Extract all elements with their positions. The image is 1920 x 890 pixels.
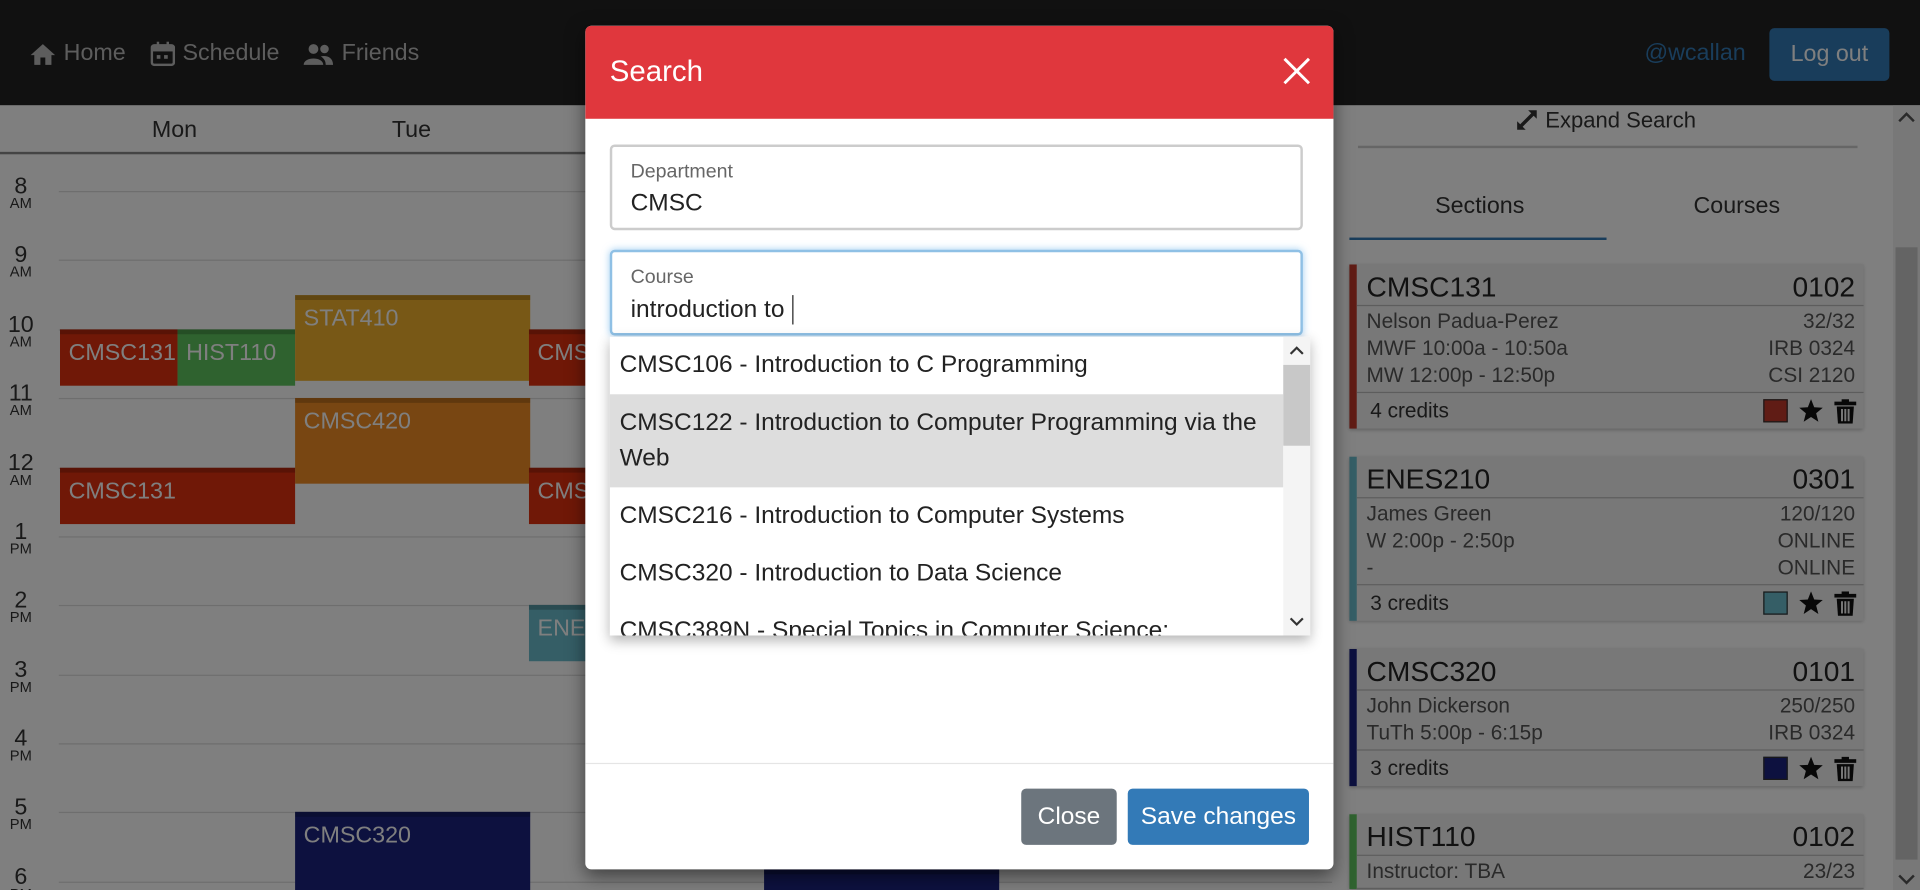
autocomplete-option[interactable]: CMSC320 - Introduction to Data Science	[610, 545, 1283, 603]
department-field[interactable]: Department CMSC	[609, 144, 1303, 231]
save-changes-button[interactable]: Save changes	[1127, 788, 1309, 845]
department-label: Department	[630, 161, 733, 183]
text-cursor	[791, 295, 794, 325]
department-input[interactable]: CMSC	[631, 190, 703, 218]
modal-footer-divider	[585, 762, 1334, 765]
course-input[interactable]: introduction to	[631, 296, 785, 324]
close-icon[interactable]	[1281, 55, 1313, 87]
course-autocomplete-dropdown: CMSC106 - Introduction to C Programming …	[609, 336, 1311, 636]
autocomplete-option[interactable]: CMSC389N - Special Topics in Computer Sc…	[610, 602, 1283, 635]
dropdown-scroll-down-icon[interactable]	[1287, 611, 1307, 631]
dropdown-scrollbar-thumb[interactable]	[1283, 364, 1311, 446]
modal-title: Search	[609, 55, 703, 89]
autocomplete-option[interactable]: CMSC216 - Introduction to Computer Syste…	[610, 487, 1283, 545]
close-button[interactable]: Close	[1021, 788, 1117, 845]
course-label: Course	[630, 266, 694, 288]
course-field[interactable]: Course introduction to	[609, 249, 1303, 336]
dropdown-scroll-up-icon[interactable]	[1287, 342, 1307, 362]
autocomplete-option-highlighted[interactable]: CMSC122 - Introduction to Computer Progr…	[609, 394, 1284, 488]
modal-header: Search	[585, 25, 1334, 119]
search-modal: Search Department CMSC Course introducti…	[585, 25, 1334, 870]
autocomplete-option[interactable]: CMSC106 - Introduction to C Programming	[610, 337, 1283, 395]
